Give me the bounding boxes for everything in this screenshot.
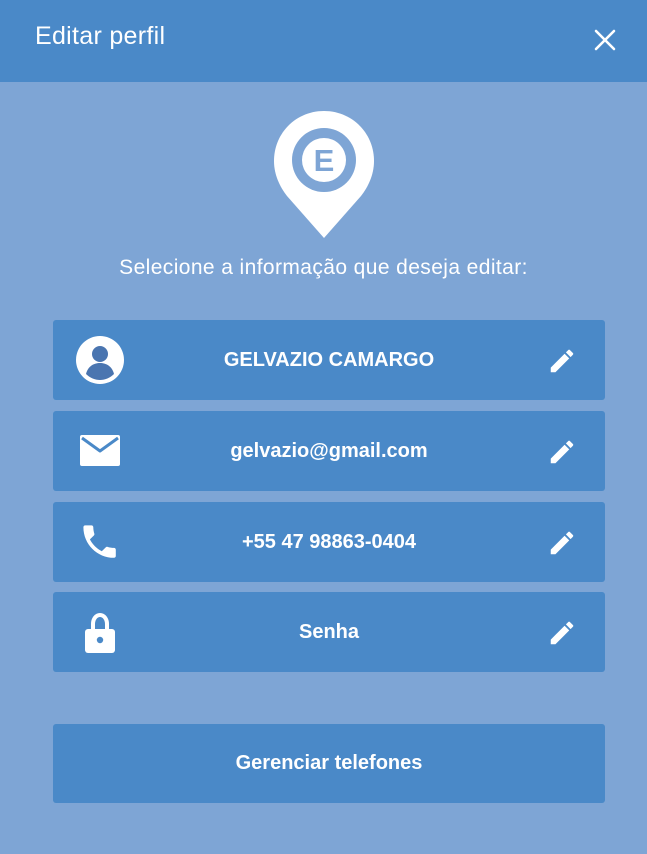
phone-icon (75, 517, 125, 567)
close-icon[interactable] (590, 25, 620, 55)
phone-value: +55 47 98863-0404 (241, 531, 417, 553)
logo-letter: E (314, 143, 335, 178)
instruction-text: Selecione a informação que deseja editar… (119, 256, 528, 279)
pencil-icon[interactable] (547, 618, 577, 648)
lock-icon (75, 607, 125, 657)
pencil-icon[interactable] (547, 346, 577, 376)
manage-phones-button[interactable]: Gerenciar telefones (53, 724, 605, 803)
name-value: GELVAZIO CAMARGO (223, 349, 435, 371)
email-icon (75, 426, 125, 476)
email-value: gelvazio@gmail.com (230, 440, 428, 462)
edit-email-row[interactable]: gelvazio@gmail.com (53, 411, 605, 491)
edit-password-row[interactable]: Senha (53, 592, 605, 672)
edit-phone-row[interactable]: +55 47 98863-0404 (53, 502, 605, 582)
account-circle-icon (75, 335, 125, 385)
pencil-icon[interactable] (547, 528, 577, 558)
password-label: Senha (298, 621, 360, 643)
edit-name-row[interactable]: GELVAZIO CAMARGO (53, 320, 605, 400)
modal-title: Editar perfil (35, 22, 166, 50)
map-pin-logo: E (273, 109, 375, 239)
modal-header: Editar perfil (0, 0, 647, 82)
pencil-icon[interactable] (547, 437, 577, 467)
